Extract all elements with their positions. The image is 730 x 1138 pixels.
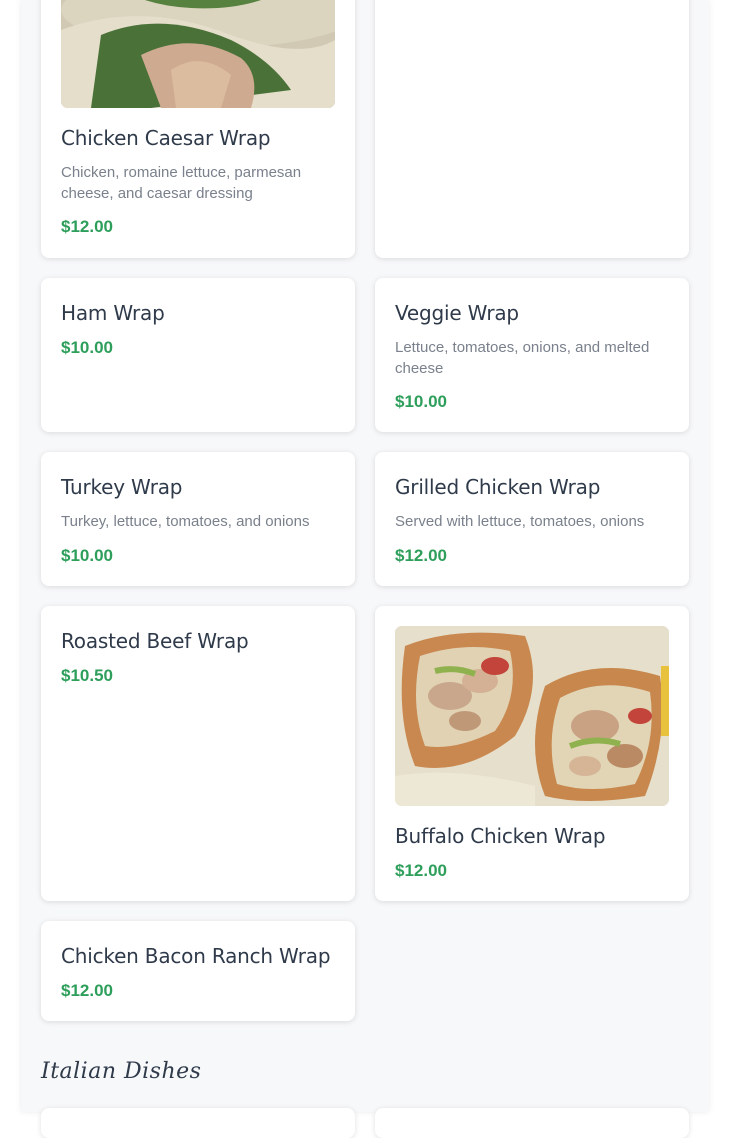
menu-item-card[interactable]: Roasted Beef Wrap $10.50	[41, 606, 355, 901]
item-price: $12.00	[61, 217, 113, 236]
item-price: $10.00	[61, 338, 113, 357]
item-price: $12.00	[395, 546, 447, 565]
chicken-caesar-wrap-photo	[61, 0, 335, 108]
item-price: $10.50	[61, 666, 113, 685]
item-price: $12.00	[61, 981, 113, 1000]
menu-item-card[interactable]: Turkey Wrap Turkey, lettuce, tomatoes, a…	[41, 452, 355, 586]
section-heading: Italian Dishes	[41, 1059, 202, 1084]
item-title: Veggie Wrap	[395, 301, 519, 325]
menu-item-card[interactable]: Ham Wrap $10.00	[41, 278, 355, 432]
item-description: Lettuce, tomatoes, onions, and melted ch…	[395, 339, 650, 377]
item-description: Turkey, lettuce, tomatoes, and onions	[61, 513, 310, 530]
menu-item-card[interactable]	[375, 0, 689, 258]
menu-item-card[interactable]: Grilled Chicken Wrap Served with lettuce…	[375, 452, 689, 586]
menu-item-card[interactable]: Veggie Wrap Lettuce, tomatoes, onions, a…	[375, 278, 689, 432]
item-description: Served with lettuce, tomatoes, onions	[395, 513, 645, 530]
menu-item-card[interactable]: Chicken Caesar Wrap Chicken, romaine let…	[41, 0, 355, 258]
buffalo-chicken-wrap-photo	[395, 626, 669, 806]
item-description: Chicken, romaine lettuce, parmesan chees…	[61, 164, 302, 202]
item-price: $10.00	[395, 392, 447, 411]
menu-item-card[interactable]: Chicken Bacon Ranch Wrap $12.00	[41, 921, 355, 1021]
item-title: Roasted Beef Wrap	[61, 629, 249, 653]
menu-item-card[interactable]	[41, 1108, 355, 1138]
item-title: Turkey Wrap	[61, 475, 183, 499]
item-title: Ham Wrap	[61, 301, 165, 325]
item-title: Chicken Bacon Ranch Wrap	[61, 944, 331, 968]
item-price: $10.00	[61, 546, 113, 565]
item-title: Grilled Chicken Wrap	[395, 475, 601, 499]
item-title: Buffalo Chicken Wrap	[395, 824, 606, 848]
item-price: $12.00	[395, 861, 447, 880]
item-title: Chicken Caesar Wrap	[61, 126, 271, 150]
menu-item-card[interactable]	[375, 1108, 689, 1138]
menu-item-card[interactable]: Buffalo Chicken Wrap $12.00	[375, 606, 689, 901]
